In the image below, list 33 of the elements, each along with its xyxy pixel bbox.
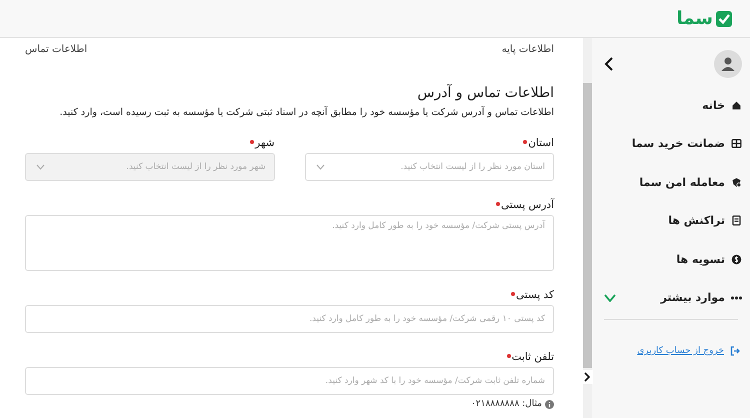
section-description: اطلاعات تماس و آدرس شرکت یا مؤسسه خود را مطابق آنچه در اسناد ثبتی شرکت یا مؤسسه به ثبت رسیده است، وارد کنید. [58,106,554,119]
logout-link[interactable]: خروج از حساب کاربری [637,346,724,356]
nav-item[interactable]: معامله امن سما [592,163,750,202]
home-icon [731,100,742,111]
grid-icon [731,138,742,150]
nav-item[interactable]: تسویه ها [592,240,750,278]
nav-item[interactable]: تراکنش ها [592,202,750,240]
field-label: استان [528,137,554,150]
check-box-icon [715,10,733,28]
caret-icon [36,164,45,170]
chevron-right-icon[interactable] [581,370,593,384]
dots-icon [731,296,742,300]
coin-icon [731,254,742,265]
field-label: کد پستی [516,289,554,302]
field-label: تلفن ثابت [512,351,554,364]
field-label: آدرس پستی [500,199,554,212]
caret-icon [316,164,324,170]
chevron-left-icon[interactable] [604,57,614,71]
hint-text: مثال: ۰۲۱۸۸۸۸۸۸۸ [470,399,542,409]
info-icon [545,400,554,408]
chevron-icon [604,294,616,302]
shield-icon [731,176,742,188]
step-label[interactable]: اطلاعات پایه [502,44,554,84]
step-label[interactable]: اطلاعات تماس [25,44,88,84]
receipt-icon [731,215,742,226]
logout-icon [730,346,740,356]
more-toggle[interactable]: موارد بیشتر [592,278,750,317]
avatar-icon[interactable] [714,50,742,78]
scrollbar-thumb[interactable] [583,83,592,368]
nav-item[interactable]: ضمانت خرید سما [592,124,750,163]
section-title: اطلاعات تماس و آدرس [416,84,554,102]
nav-item[interactable]: خانه [592,86,750,124]
field-label: شهر [255,137,274,150]
